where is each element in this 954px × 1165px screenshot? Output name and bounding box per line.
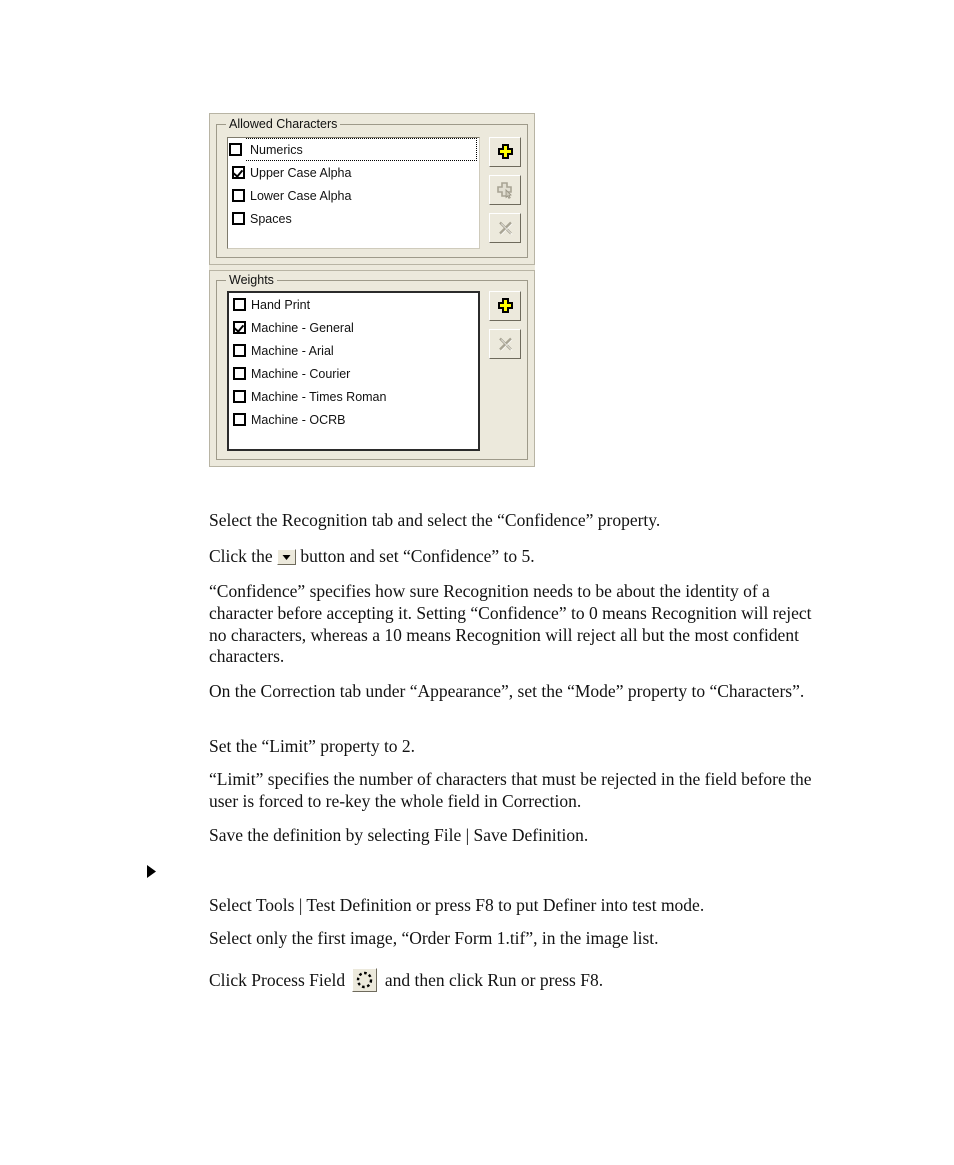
paragraph-test-definition: Select Tools | Test Definition or press …	[209, 895, 705, 915]
weights-group-title: Weights	[226, 273, 277, 287]
dropdown-button-glyph[interactable]	[277, 549, 297, 565]
modify-allowed-character-button[interactable]	[489, 175, 521, 205]
checkbox-spaces[interactable]	[232, 212, 245, 225]
list-item-label: Machine - Arial	[251, 343, 334, 358]
list-item-label: Machine - General	[251, 320, 354, 335]
close-x-icon	[497, 220, 514, 237]
checkbox-machine-ocrb[interactable]	[233, 413, 246, 426]
list-item[interactable]: Machine - Courier	[229, 362, 478, 385]
delete-allowed-character-button[interactable]	[489, 213, 521, 243]
delete-weight-button[interactable]	[489, 329, 521, 359]
list-item-label: Machine - OCRB	[251, 412, 346, 427]
plus-cursor-icon	[496, 181, 514, 199]
list-item-label: Upper Case Alpha	[250, 165, 352, 180]
weights-groupbox: Weights Hand Print Machine - General Mac…	[216, 273, 528, 460]
list-item[interactable]: Machine - OCRB	[229, 408, 478, 431]
add-allowed-character-button[interactable]	[489, 137, 521, 167]
plus-icon	[497, 143, 514, 161]
paragraph-text-after: and then click Run or press F8.	[384, 970, 604, 990]
paragraph-set-limit: Set the “Limit” property to 2.	[209, 736, 416, 756]
list-item-label: Numerics	[250, 142, 303, 157]
paragraph-text-after: button and set “Confidence” to 5.	[300, 546, 535, 566]
list-item[interactable]: Machine - General	[229, 316, 478, 339]
checkbox-upper-case-alpha[interactable]	[232, 166, 245, 179]
allowed-characters-panel: Allowed Characters Numerics Upper Case A…	[209, 113, 535, 265]
close-x-icon	[497, 336, 514, 353]
weights-button-column	[489, 291, 522, 367]
list-item[interactable]: Numerics	[229, 138, 477, 161]
definer-dialog-screenshot: Allowed Characters Numerics Upper Case A…	[209, 113, 535, 467]
weights-listbox[interactable]: Hand Print Machine - General Machine - A…	[227, 291, 480, 451]
paragraph-confidence-description: “Confidence” specifies how sure Recognit…	[209, 581, 812, 667]
list-item-label: Spaces	[250, 211, 292, 226]
paragraph-limit-description: “Limit” specifies the number of characte…	[209, 769, 812, 811]
weights-panel: Weights Hand Print Machine - General Mac…	[209, 270, 535, 467]
list-item-label: Hand Print	[251, 297, 311, 312]
list-item[interactable]: Hand Print	[229, 293, 478, 316]
checkbox-machine-times-roman[interactable]	[233, 390, 246, 403]
checkbox-lower-case-alpha[interactable]	[232, 189, 245, 202]
add-weight-button[interactable]	[489, 291, 521, 321]
paragraph-correction-tab-mode: On the Correction tab under “Appearance”…	[209, 681, 805, 701]
paragraph-save-definition: Save the definition by selecting File | …	[209, 825, 589, 845]
list-item[interactable]: Upper Case Alpha	[228, 161, 479, 184]
allowed-characters-button-column	[489, 137, 522, 251]
checkbox-machine-general[interactable]	[233, 321, 246, 334]
list-item-label: Lower Case Alpha	[250, 188, 352, 203]
paragraph-click-dropdown: Click the button and set “Confidence” to…	[209, 546, 849, 568]
checkbox-numerics[interactable]	[229, 143, 242, 156]
allowed-characters-groupbox: Allowed Characters Numerics Upper Case A…	[216, 117, 528, 258]
list-item[interactable]: Machine - Arial	[229, 339, 478, 362]
paragraph-text-before: Click Process Field	[209, 970, 346, 990]
list-item-label: Machine - Courier	[251, 366, 351, 381]
list-item-label: Machine - Times Roman	[251, 389, 387, 404]
process-field-button-glyph[interactable]	[352, 968, 378, 992]
plus-icon	[497, 297, 514, 315]
paragraph-select-first-image: Select only the first image, “Order Form…	[209, 928, 659, 948]
checkbox-machine-arial[interactable]	[233, 344, 246, 357]
allowed-characters-listbox[interactable]: Numerics Upper Case Alpha Lower Case Alp…	[227, 137, 480, 249]
paragraph-click-process-field: Click Process Field and then click Run o…	[209, 968, 849, 992]
checkbox-hand-print[interactable]	[233, 298, 246, 311]
list-item[interactable]: Lower Case Alpha	[228, 184, 479, 207]
paragraph-select-recognition-tab: Select the Recognition tab and select th…	[209, 510, 661, 530]
checkbox-machine-courier[interactable]	[233, 367, 246, 380]
list-item[interactable]: Spaces	[228, 207, 479, 230]
list-item[interactable]: Machine - Times Roman	[229, 385, 478, 408]
paragraph-text-before: Click the	[209, 546, 273, 566]
section-bullet-arrow-icon	[145, 864, 159, 878]
allowed-characters-group-title: Allowed Characters	[226, 117, 341, 131]
